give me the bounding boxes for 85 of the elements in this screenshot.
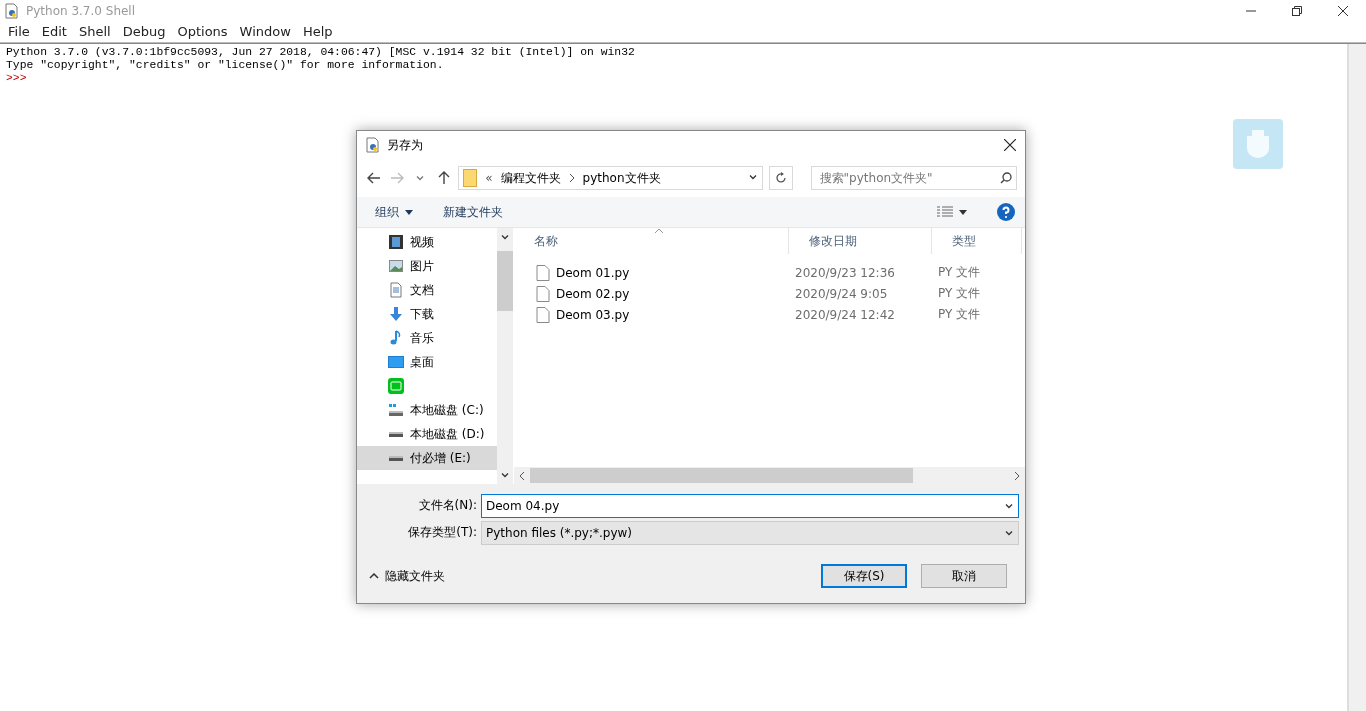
caret-icon (748, 172, 759, 182)
file-row[interactable]: Deom 03.py 2020/9/24 12:42 PY 文件 (514, 304, 1025, 325)
refresh-icon (775, 172, 787, 184)
scroll-up-icon (500, 232, 510, 242)
nav-item[interactable]: 本地磁盘 (D:) (357, 422, 497, 446)
chevron-icon (568, 174, 575, 182)
nav-item[interactable]: 付必增 (E:) (357, 446, 497, 470)
window-title: Python 3.7.0 Shell (26, 4, 136, 18)
menu-item[interactable]: Help (296, 22, 339, 42)
file-type: PY 文件 (938, 285, 981, 302)
filename-field[interactable]: Deom 04.py (481, 493, 1019, 518)
sort-icon (654, 228, 664, 234)
filetype-dropdown[interactable]: Python files (*.py;*.pyw) (481, 520, 1019, 545)
file-date: 2020/9/24 12:42 (795, 307, 895, 322)
chevron-up-icon (369, 573, 379, 579)
breadcrumb-item[interactable]: 编程文件夹 (500, 169, 561, 187)
file-type: PY 文件 (938, 306, 981, 323)
menu-item[interactable]: File (2, 22, 36, 42)
scroll-right-icon (1013, 470, 1021, 481)
desktop-icon (388, 354, 404, 370)
caret-icon (959, 209, 967, 215)
python-file-icon (4, 3, 20, 19)
scroll-down-icon (500, 470, 510, 480)
dialog-button[interactable]: 保存(S) (821, 564, 907, 588)
nav-item[interactable]: 图片 (357, 254, 497, 278)
file-icon (536, 264, 550, 281)
file-type: PY 文件 (938, 264, 981, 281)
column-header[interactable]: 名称 (514, 228, 789, 254)
nav-item[interactable]: 桌面 (357, 350, 497, 374)
scroll-left-icon (518, 470, 526, 481)
search-icon (999, 172, 1012, 184)
film-icon (388, 234, 404, 250)
column-header[interactable]: 类型 (932, 228, 1022, 254)
folder-icon (463, 169, 478, 187)
hide-folders-toggle[interactable]: 隐藏文件夹 (369, 567, 445, 585)
list-view-icon (937, 206, 953, 218)
caret-icon (415, 173, 426, 183)
column-header[interactable]: 修改日期 (789, 228, 932, 254)
shell-output-line: Python 3.7.0 (v3.7.0:1bf9cc5093, Jun 27 2018, 04:06:47) [MSC v.1914 32 bit (Intel)] on win32 (6, 46, 636, 59)
python-file-icon (365, 137, 381, 153)
file-icon (536, 306, 550, 323)
file-row[interactable]: Deom 01.py 2020/9/23 12:36 PY 文件 (514, 262, 1025, 283)
drive-icon (388, 402, 404, 418)
file-row[interactable]: Deom 02.py 2020/9/24 9:05 PY 文件 (514, 283, 1025, 304)
file-icon (536, 285, 550, 302)
menu-item[interactable]: Edit (35, 22, 73, 42)
search-field[interactable]: 搜索"python文件夹" (810, 166, 1017, 190)
document-icon (388, 282, 404, 298)
close-icon (1338, 6, 1348, 16)
usb-icon[interactable] (1233, 119, 1283, 169)
breadcrumb-item[interactable]: python文件夹 (582, 169, 661, 187)
dialog-button[interactable]: 取消 (921, 564, 1007, 588)
file-name: Deom 03.py (556, 307, 630, 322)
picture-icon (388, 258, 404, 274)
new-folder-button[interactable]: 新建文件夹 (443, 203, 503, 221)
help-icon[interactable] (997, 203, 1015, 221)
dialog-title: 另存为 (387, 136, 423, 154)
drive-icon (388, 430, 404, 438)
app-icon (388, 378, 404, 394)
field-label: 文件名(N): (417, 497, 478, 514)
refresh-button[interactable] (769, 166, 793, 190)
menu-item[interactable]: Shell (72, 22, 117, 42)
address-bar[interactable]: « 编程文件夹 python文件夹 (458, 166, 764, 190)
drive-icon (388, 454, 404, 462)
field-label: 保存类型(T): (407, 524, 478, 541)
nav-item[interactable]: 音乐 (357, 326, 497, 350)
organize-button[interactable]: 组织 (375, 203, 413, 221)
nav-item[interactable]: 下载 (357, 302, 497, 326)
nav-item[interactable]: 视频 (357, 230, 497, 254)
down-arrow-icon (388, 306, 404, 322)
file-date: 2020/9/24 9:05 (795, 286, 888, 301)
view-options-button[interactable] (937, 206, 967, 218)
nav-item[interactable]: 文档 (357, 278, 497, 302)
menu-item[interactable]: Window (233, 22, 297, 42)
menu-item[interactable]: Debug (116, 22, 172, 42)
caret-icon (405, 209, 413, 215)
breadcrumb-overflow[interactable]: « (485, 171, 493, 185)
nav-item[interactable]: 本地磁盘 (C:) (357, 398, 497, 422)
file-date: 2020/9/23 12:36 (795, 265, 895, 280)
shell-prompt: >>> (6, 72, 28, 85)
restore-icon (1292, 6, 1302, 16)
menu-item[interactable]: Options (171, 22, 234, 42)
shell-output-line: Type "copyright", "credits" or "license()" for more information. (6, 59, 445, 72)
file-name: Deom 02.py (556, 286, 630, 301)
file-name: Deom 01.py (556, 265, 630, 280)
